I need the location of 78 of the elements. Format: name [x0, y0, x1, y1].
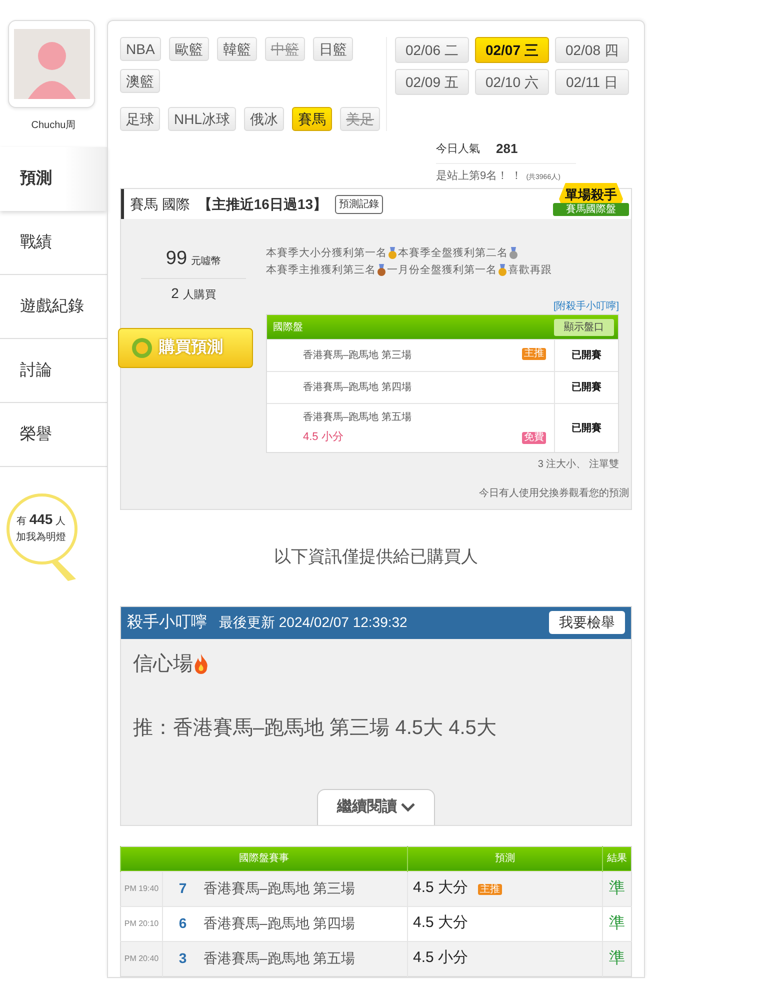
coin-icon	[131, 336, 153, 358]
honor-text: 本賽季大小分獲利第一名	[266, 247, 387, 259]
time-cell: PM 20:40	[120, 941, 162, 976]
sidebar-item[interactable]: 遊戲紀錄	[0, 275, 107, 339]
members-notice: 以下資訊僅提供給已購買人	[273, 546, 479, 568]
sport-tab[interactable]: NHL冰球	[168, 107, 236, 131]
tag-label: 主推	[478, 884, 502, 896]
date-tab[interactable]: 02/08 四	[554, 37, 629, 63]
number-cell: 3	[162, 941, 202, 976]
market-title: 國際盤	[273, 320, 303, 335]
sport-tab[interactable]: 俄冰	[244, 107, 284, 131]
sport-tab[interactable]: NBA	[120, 37, 161, 61]
date-tab[interactable]: 02/11 日	[554, 69, 629, 95]
tip-title: 殺手小叮嚀	[127, 612, 207, 633]
prediction-text: 4.5 小分	[413, 949, 468, 966]
tip-link[interactable]: [附殺手小叮嚀]	[553, 300, 619, 312]
sport-tab[interactable]: 足球	[120, 107, 160, 131]
date-tab[interactable]: 02/10 六	[474, 69, 549, 95]
popularity-label: 今日人氣	[436, 142, 480, 156]
sport-tab[interactable]: 日籃	[312, 37, 353, 61]
honor-text: 本賽季全盤獲利第二名	[398, 247, 508, 259]
honor-text: 一月份全盤獲利第一名	[387, 264, 497, 276]
tip-updated: 最後更新 2024/02/07 12:39:32	[219, 613, 408, 632]
read-more-tab[interactable]: 繼續閱讀	[317, 788, 435, 825]
result-cell: 準	[602, 871, 632, 906]
price-unit: 元噓幣	[191, 256, 222, 267]
date-tab[interactable]: 02/07 三	[474, 37, 549, 63]
tag-label: 免費	[522, 432, 546, 444]
column-header: 國際盤賽事	[120, 846, 408, 872]
tag-label: 主推	[522, 348, 546, 360]
fans-caption: 加我為明燈	[15, 530, 67, 545]
buyer-label: 人購買	[182, 288, 216, 300]
sport-tab[interactable]: 澳籃	[120, 69, 160, 93]
user-name[interactable]: Chuchu周	[0, 118, 107, 133]
game-pick: 4.5 小分	[303, 430, 344, 446]
sidebar-item[interactable]: 討論	[0, 339, 107, 403]
game-cell: 香港賽馬–跑馬地 第五場	[202, 941, 408, 976]
fire-icon	[193, 654, 209, 674]
notice-text: 今日有人使用兌換券觀看您的預測	[478, 486, 629, 502]
game-status: 已開賽	[572, 380, 602, 396]
column-header: 預測	[408, 846, 602, 872]
tip-line: 信心場	[133, 652, 193, 677]
popularity-value: 281	[496, 140, 518, 158]
sidebar-item[interactable]: 戰績	[0, 211, 107, 275]
chevron-down-icon	[401, 802, 415, 812]
sport-tab[interactable]: 歐籃	[168, 37, 209, 61]
summary-text: 3 注大小、 注單雙	[536, 458, 619, 472]
report-button[interactable]: 我要檢舉	[549, 611, 625, 634]
pick-title: 賽馬 國際	[130, 194, 190, 214]
record-button[interactable]: 預測記錄	[335, 194, 384, 214]
show-odds-button[interactable]: 顯示盤口	[554, 318, 614, 336]
price-value: 99	[166, 248, 188, 269]
tip-line: 推：香港賽馬–跑馬地 第三場 4.5大 4.5大	[133, 716, 496, 741]
prediction-text: 4.5 大分	[413, 914, 468, 932]
date-tab[interactable]: 02/09 五	[394, 69, 469, 95]
sport-tab[interactable]: 賽馬	[292, 107, 332, 131]
result-cell: 準	[602, 941, 632, 976]
game-name: 香港賽馬–跑馬地 第三場	[303, 348, 412, 364]
date-tab[interactable]: 02/06 二	[394, 37, 469, 63]
badge-ribbon: 賽馬國際盤	[553, 203, 629, 216]
time-cell: PM 19:40	[120, 871, 162, 906]
game-name: 香港賽馬–跑馬地 第四場	[303, 380, 412, 396]
game-status: 已開賽	[572, 348, 602, 364]
column-header: 結果	[602, 846, 632, 872]
game-name: 香港賽馬–跑馬地 第五場	[303, 410, 412, 426]
sidebar-item[interactable]: 預測	[0, 147, 107, 211]
sidebar-item[interactable]: 榮譽	[0, 403, 107, 467]
buyer-count: 2	[171, 284, 179, 300]
number-cell: 7	[162, 871, 202, 906]
rank-text: 是站上第9名！ ！	[436, 168, 522, 184]
prediction-text: 4.5 大分	[413, 879, 468, 896]
game-status: 已開賽	[572, 421, 602, 436]
sport-tab[interactable]: 韓籃	[216, 37, 257, 61]
game-cell: 香港賽馬–跑馬地 第三場	[202, 871, 408, 906]
fans-count: 有 445 人	[16, 510, 66, 529]
honor-text: 喜歡再跟	[508, 264, 552, 276]
record-text: 【主推近16日過13】	[198, 194, 328, 214]
honor-text: 本賽季主推獲利第三名	[266, 264, 376, 276]
